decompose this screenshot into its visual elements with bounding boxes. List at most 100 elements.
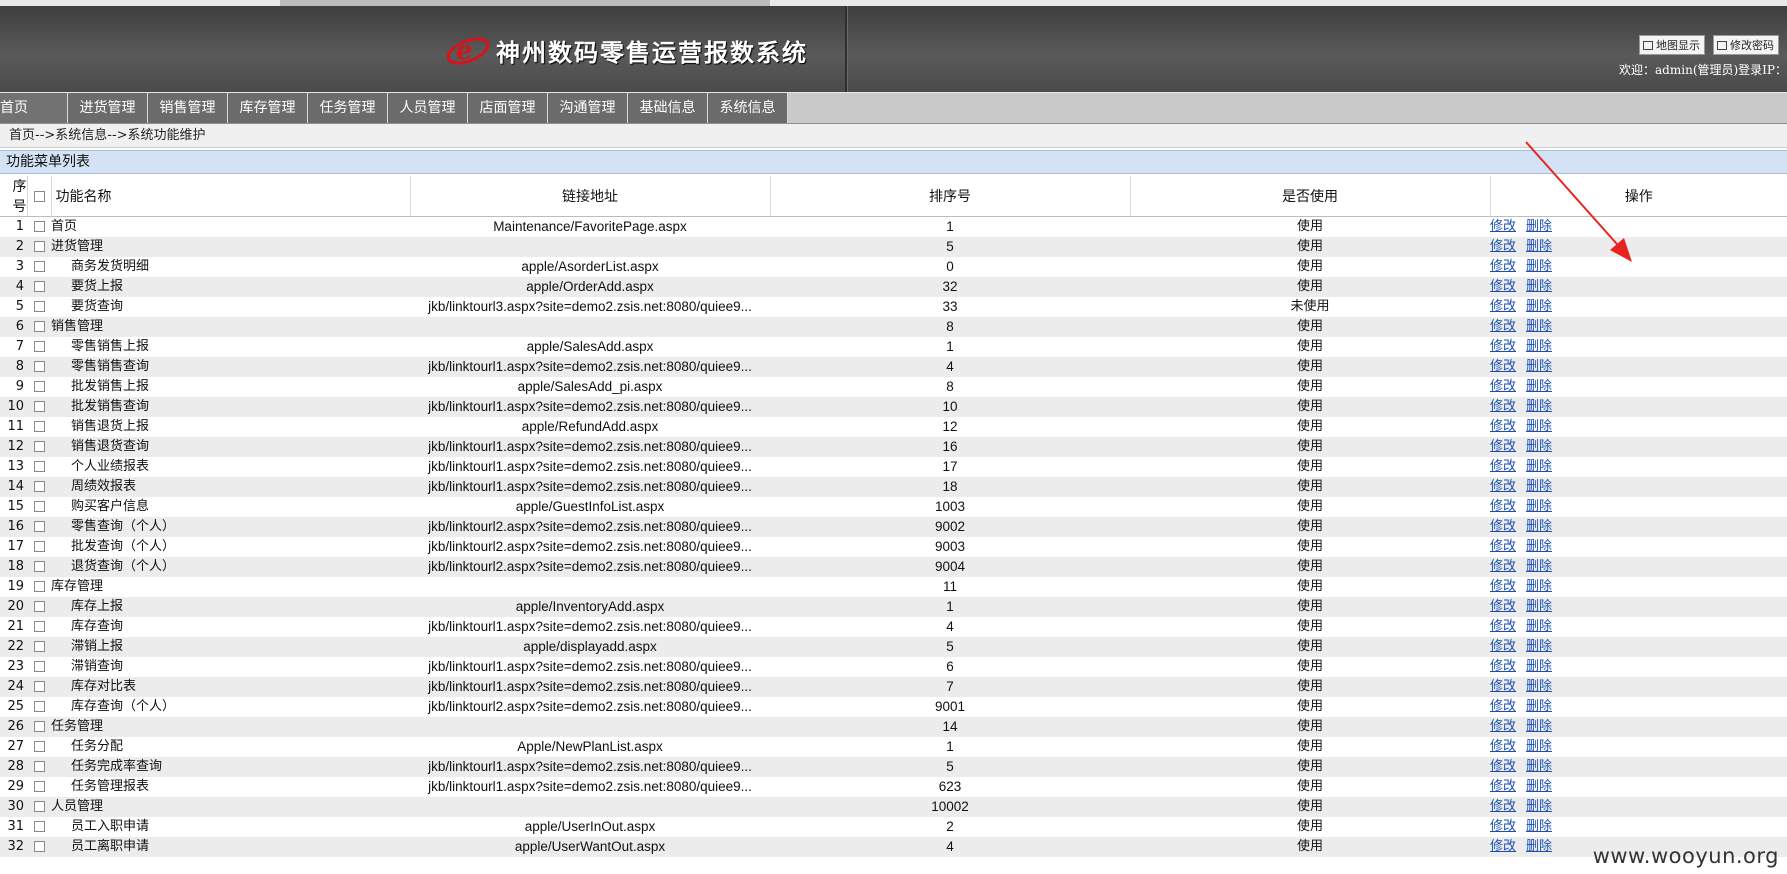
row-checkbox[interactable] xyxy=(33,621,45,632)
row-checkbox[interactable] xyxy=(33,681,45,692)
row-checkbox[interactable] xyxy=(33,641,45,652)
row-checkbox[interactable] xyxy=(33,321,45,332)
row-checkbox[interactable] xyxy=(33,541,45,552)
row-checkbox[interactable] xyxy=(33,521,45,532)
row-checkbox[interactable] xyxy=(33,781,45,792)
delete-link[interactable]: 删除 xyxy=(1526,439,1552,454)
delete-link[interactable]: 删除 xyxy=(1526,419,1552,434)
delete-link[interactable]: 删除 xyxy=(1526,599,1552,614)
edit-link[interactable]: 修改 xyxy=(1490,419,1516,434)
edit-link[interactable]: 修改 xyxy=(1490,539,1516,554)
nav-tasks[interactable]: 任务管理 xyxy=(308,93,388,123)
edit-link[interactable]: 修改 xyxy=(1490,219,1516,234)
edit-link[interactable]: 修改 xyxy=(1490,699,1516,714)
nav-purchase[interactable]: 进货管理 xyxy=(68,93,148,123)
edit-link[interactable]: 修改 xyxy=(1490,739,1516,754)
delete-link[interactable]: 删除 xyxy=(1526,699,1552,714)
delete-link[interactable]: 删除 xyxy=(1526,739,1552,754)
delete-link[interactable]: 删除 xyxy=(1526,839,1552,854)
row-checkbox[interactable] xyxy=(33,601,45,612)
delete-link[interactable]: 删除 xyxy=(1526,639,1552,654)
delete-link[interactable]: 删除 xyxy=(1526,799,1552,814)
edit-link[interactable]: 修改 xyxy=(1490,439,1516,454)
map-display-button[interactable]: 地图显示 xyxy=(1639,35,1705,55)
row-checkbox[interactable] xyxy=(33,821,45,832)
edit-link[interactable]: 修改 xyxy=(1490,679,1516,694)
edit-link[interactable]: 修改 xyxy=(1490,639,1516,654)
nav-system-info[interactable]: 系统信息 xyxy=(708,93,788,123)
delete-link[interactable]: 删除 xyxy=(1526,539,1552,554)
delete-link[interactable]: 删除 xyxy=(1526,479,1552,494)
delete-link[interactable]: 删除 xyxy=(1526,239,1552,254)
delete-link[interactable]: 删除 xyxy=(1526,319,1552,334)
edit-link[interactable]: 修改 xyxy=(1490,479,1516,494)
row-checkbox[interactable] xyxy=(33,501,45,512)
row-checkbox[interactable] xyxy=(33,801,45,812)
row-checkbox[interactable] xyxy=(33,221,45,232)
delete-link[interactable]: 删除 xyxy=(1526,339,1552,354)
edit-link[interactable]: 修改 xyxy=(1490,579,1516,594)
edit-link[interactable]: 修改 xyxy=(1490,759,1516,774)
delete-link[interactable]: 删除 xyxy=(1526,279,1552,294)
row-checkbox[interactable] xyxy=(33,561,45,572)
delete-link[interactable]: 删除 xyxy=(1526,219,1552,234)
nav-stores[interactable]: 店面管理 xyxy=(468,93,548,123)
edit-link[interactable]: 修改 xyxy=(1490,259,1516,274)
row-checkbox[interactable] xyxy=(33,401,45,412)
row-checkbox[interactable] xyxy=(33,241,45,252)
edit-link[interactable]: 修改 xyxy=(1490,339,1516,354)
delete-link[interactable]: 删除 xyxy=(1526,399,1552,414)
delete-link[interactable]: 删除 xyxy=(1526,819,1552,834)
row-checkbox[interactable] xyxy=(33,761,45,772)
edit-link[interactable]: 修改 xyxy=(1490,379,1516,394)
row-checkbox[interactable] xyxy=(33,841,45,852)
delete-link[interactable]: 删除 xyxy=(1526,259,1552,274)
delete-link[interactable]: 删除 xyxy=(1526,359,1552,374)
row-checkbox[interactable] xyxy=(33,661,45,672)
delete-link[interactable]: 删除 xyxy=(1526,719,1552,734)
nav-home[interactable]: 首页 xyxy=(0,93,68,123)
nav-communication[interactable]: 沟通管理 xyxy=(548,93,628,123)
row-checkbox[interactable] xyxy=(33,741,45,752)
nav-inventory[interactable]: 库存管理 xyxy=(228,93,308,123)
row-checkbox[interactable] xyxy=(33,461,45,472)
delete-link[interactable]: 删除 xyxy=(1526,499,1552,514)
edit-link[interactable]: 修改 xyxy=(1490,619,1516,634)
change-password-button[interactable]: 修改密码 xyxy=(1713,35,1779,55)
edit-link[interactable]: 修改 xyxy=(1490,659,1516,674)
select-all-checkbox[interactable] xyxy=(33,190,45,202)
delete-link[interactable]: 删除 xyxy=(1526,519,1552,534)
row-checkbox[interactable] xyxy=(33,381,45,392)
delete-link[interactable]: 删除 xyxy=(1526,779,1552,794)
edit-link[interactable]: 修改 xyxy=(1490,239,1516,254)
row-checkbox[interactable] xyxy=(33,481,45,492)
row-checkbox[interactable] xyxy=(33,281,45,292)
edit-link[interactable]: 修改 xyxy=(1490,839,1516,854)
edit-link[interactable]: 修改 xyxy=(1490,279,1516,294)
row-checkbox[interactable] xyxy=(33,301,45,312)
delete-link[interactable]: 删除 xyxy=(1526,559,1552,574)
edit-link[interactable]: 修改 xyxy=(1490,559,1516,574)
edit-link[interactable]: 修改 xyxy=(1490,819,1516,834)
row-checkbox[interactable] xyxy=(33,341,45,352)
edit-link[interactable]: 修改 xyxy=(1490,799,1516,814)
delete-link[interactable]: 删除 xyxy=(1526,459,1552,474)
row-checkbox[interactable] xyxy=(33,421,45,432)
edit-link[interactable]: 修改 xyxy=(1490,599,1516,614)
edit-link[interactable]: 修改 xyxy=(1490,719,1516,734)
nav-sales[interactable]: 销售管理 xyxy=(148,93,228,123)
nav-staff[interactable]: 人员管理 xyxy=(388,93,468,123)
edit-link[interactable]: 修改 xyxy=(1490,459,1516,474)
edit-link[interactable]: 修改 xyxy=(1490,399,1516,414)
edit-link[interactable]: 修改 xyxy=(1490,319,1516,334)
edit-link[interactable]: 修改 xyxy=(1490,299,1516,314)
delete-link[interactable]: 删除 xyxy=(1526,659,1552,674)
delete-link[interactable]: 删除 xyxy=(1526,759,1552,774)
row-checkbox[interactable] xyxy=(33,361,45,372)
row-checkbox[interactable] xyxy=(33,261,45,272)
nav-basic-info[interactable]: 基础信息 xyxy=(628,93,708,123)
row-checkbox[interactable] xyxy=(33,701,45,712)
edit-link[interactable]: 修改 xyxy=(1490,779,1516,794)
edit-link[interactable]: 修改 xyxy=(1490,519,1516,534)
delete-link[interactable]: 删除 xyxy=(1526,679,1552,694)
